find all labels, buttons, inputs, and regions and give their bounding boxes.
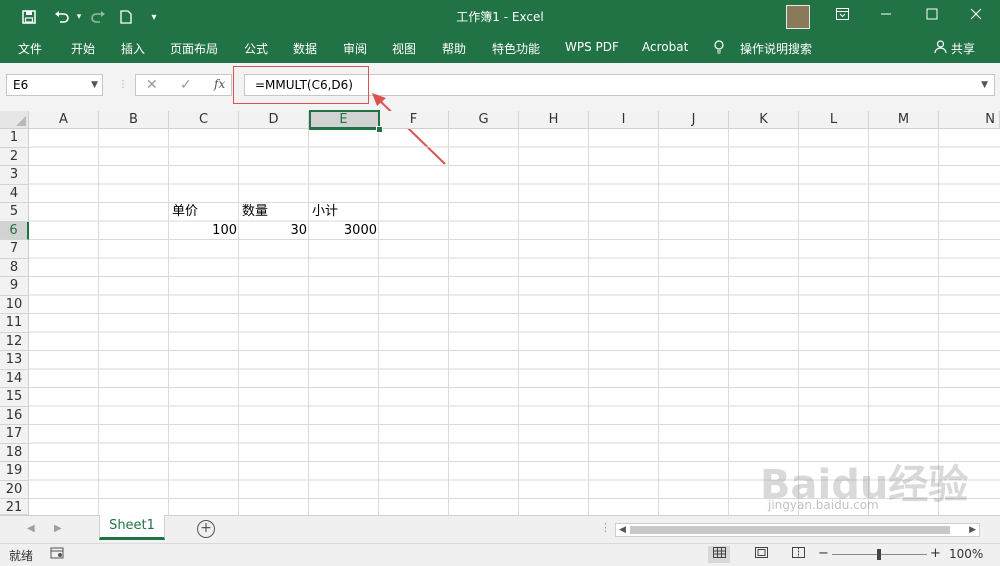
- scroll-right-arrow-icon[interactable]: ▶: [969, 524, 976, 536]
- ribbon-tabs: 文件 开始 插入 页面布局 公式 数据 审阅 视图 帮助 特色功能 WPS PD…: [0, 33, 1000, 63]
- enter-icon[interactable]: ✓: [180, 77, 192, 93]
- formula-buttons: ✕ ✓ fx: [135, 74, 232, 96]
- column-header-f[interactable]: F: [379, 111, 449, 129]
- cell-c5[interactable]: 单价: [172, 203, 198, 221]
- tab-acrobat[interactable]: Acrobat: [642, 40, 688, 54]
- row-header-6[interactable]: 6: [0, 221, 29, 240]
- select-all-corner[interactable]: [0, 111, 29, 129]
- sheet-tab-sheet1[interactable]: Sheet1: [99, 515, 165, 540]
- row-header-10[interactable]: 10: [0, 295, 29, 314]
- status-text: 就绪: [9, 549, 34, 563]
- add-sheet-icon[interactable]: +: [197, 520, 215, 538]
- zoom-in-button[interactable]: +: [930, 546, 941, 561]
- row-header-8[interactable]: 8: [0, 258, 29, 277]
- row-header-18[interactable]: 18: [0, 443, 29, 462]
- horizontal-scrollbar[interactable]: ◀ ▶: [615, 523, 980, 537]
- row-header-21[interactable]: 21: [0, 499, 29, 515]
- row-header-3[interactable]: 3: [0, 166, 29, 185]
- row-header-14[interactable]: 14: [0, 369, 29, 388]
- tab-review[interactable]: 审阅: [343, 40, 367, 57]
- column-header-k[interactable]: K: [729, 111, 799, 129]
- tab-file[interactable]: 文件: [18, 40, 42, 57]
- cell-c6[interactable]: 100: [169, 222, 237, 240]
- title-bar: ▾ ▾ 工作簿1 - Excel: [0, 0, 1000, 33]
- cancel-icon[interactable]: ✕: [146, 77, 158, 93]
- row-header-5[interactable]: 5: [0, 203, 29, 222]
- row-header-4[interactable]: 4: [0, 184, 29, 203]
- fill-handle[interactable]: [376, 126, 383, 133]
- name-box[interactable]: E6 ▼: [6, 74, 103, 96]
- row-header-9[interactable]: 9: [0, 277, 29, 296]
- minimize-icon[interactable]: [870, 4, 902, 28]
- share-button[interactable]: 共享: [951, 40, 975, 57]
- scrollbar-thumb[interactable]: [630, 526, 950, 534]
- tab-data[interactable]: 数据: [293, 40, 317, 57]
- tab-special-features[interactable]: 特色功能: [492, 40, 540, 57]
- scroll-left-icon[interactable]: ◀: [27, 523, 35, 534]
- tab-formulas[interactable]: 公式: [244, 40, 268, 57]
- column-header-b[interactable]: B: [99, 111, 169, 129]
- column-header-m[interactable]: M: [869, 111, 939, 129]
- more-options-icon[interactable]: ⋮: [118, 79, 128, 90]
- row-header-20[interactable]: 20: [0, 480, 29, 499]
- tab-home[interactable]: 开始: [71, 40, 95, 57]
- cell-e6[interactable]: 3000: [309, 222, 377, 240]
- sheet-tabs-bar: ◀ ▶ Sheet1 + ⋮ ◀ ▶: [0, 515, 1000, 544]
- lightbulb-icon: [713, 40, 725, 57]
- row-header-12[interactable]: 12: [0, 332, 29, 351]
- zoom-out-button[interactable]: −: [818, 546, 829, 561]
- close-icon[interactable]: [960, 4, 992, 28]
- row-header-11[interactable]: 11: [0, 314, 29, 333]
- tab-wps-pdf[interactable]: WPS PDF: [565, 40, 619, 54]
- column-header-l[interactable]: L: [799, 111, 869, 129]
- annotation-box: [233, 66, 369, 104]
- insert-function-icon[interactable]: fx: [214, 77, 225, 91]
- column-header-g[interactable]: G: [449, 111, 519, 129]
- tab-insert[interactable]: 插入: [121, 40, 145, 57]
- column-header-d[interactable]: D: [239, 111, 309, 129]
- active-cell-border: [309, 110, 380, 130]
- row-header-13[interactable]: 13: [0, 351, 29, 370]
- expand-formula-icon[interactable]: ▼: [981, 75, 988, 95]
- cell-d5[interactable]: 数量: [242, 203, 268, 221]
- row-header-2[interactable]: 2: [0, 147, 29, 166]
- maximize-icon[interactable]: [916, 4, 948, 28]
- cell-e5[interactable]: 小计: [312, 203, 338, 221]
- macro-record-icon[interactable]: [50, 546, 64, 563]
- row-header-7[interactable]: 7: [0, 240, 29, 259]
- row-header-16[interactable]: 16: [0, 406, 29, 425]
- tab-split-handle[interactable]: ⋮: [600, 521, 611, 534]
- column-header-a[interactable]: A: [29, 111, 99, 129]
- tell-me-search[interactable]: 操作说明搜索: [740, 40, 812, 57]
- zoom-level[interactable]: 100%: [949, 547, 983, 561]
- column-header-c[interactable]: C: [169, 111, 239, 129]
- formula-bar: E6 ▼ ⋮ ✕ ✓ fx =MMULT(C6,D6) ▼: [0, 63, 1000, 112]
- chevron-down-icon[interactable]: ▼: [91, 75, 98, 95]
- column-header-i[interactable]: I: [589, 111, 659, 129]
- column-header-n[interactable]: N: [939, 111, 1000, 129]
- tab-help[interactable]: 帮助: [442, 40, 466, 57]
- ribbon-display-options-icon[interactable]: [826, 4, 858, 28]
- baidu-watermark-url: jingyan.baidu.com: [768, 498, 879, 512]
- page-layout-view-icon[interactable]: [750, 546, 772, 563]
- person-icon: [934, 40, 947, 56]
- zoom-slider-thumb[interactable]: [877, 549, 881, 560]
- row-header-17[interactable]: 17: [0, 425, 29, 444]
- tab-view[interactable]: 视图: [392, 40, 416, 57]
- column-header-h[interactable]: H: [519, 111, 589, 129]
- scroll-left-arrow-icon[interactable]: ◀: [619, 524, 626, 536]
- page-break-preview-icon[interactable]: [787, 546, 809, 563]
- cell-d6[interactable]: 30: [239, 222, 307, 240]
- tab-page-layout[interactable]: 页面布局: [170, 40, 218, 57]
- scroll-right-icon[interactable]: ▶: [54, 523, 62, 534]
- avatar[interactable]: [786, 5, 810, 29]
- column-header-j[interactable]: J: [659, 111, 729, 129]
- row-header-19[interactable]: 19: [0, 462, 29, 481]
- name-box-value: E6: [13, 78, 29, 92]
- status-bar: 就绪 − + 100%: [0, 543, 1000, 566]
- row-header-1[interactable]: 1: [0, 129, 29, 148]
- normal-view-icon[interactable]: [708, 546, 730, 563]
- row-header-15[interactable]: 15: [0, 388, 29, 407]
